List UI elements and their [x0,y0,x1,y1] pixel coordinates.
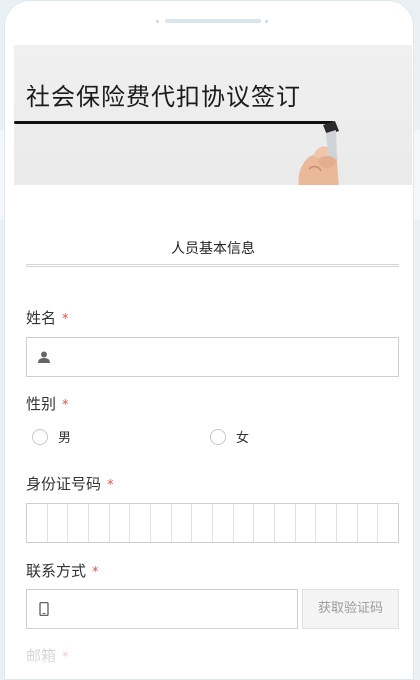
gender-option-female[interactable]: 女 [210,427,249,446]
radio-circle[interactable] [210,428,226,445]
id-digit-cell[interactable] [254,504,276,542]
id-digit-cell[interactable] [378,504,398,542]
name-label-text: 姓名 [26,309,57,327]
name-input[interactable] [26,337,399,377]
required-mark: * [62,650,69,665]
required-mark: * [92,565,99,580]
id-digit-cell[interactable] [213,504,234,542]
header-banner: 社会保险费代扣协议签订 [14,45,412,185]
required-mark: * [62,398,69,413]
required-mark: * [107,478,114,493]
id-digit-cell[interactable] [172,504,193,542]
id-digit-cell[interactable] [316,504,338,542]
id-digit-cell[interactable] [337,504,358,542]
hand-with-marker-image [298,121,339,185]
contact-label: 联系方式 * [26,560,99,581]
contact-label-text: 联系方式 [26,562,87,580]
bottom-fade-overlay [14,625,412,679]
phone-number-input[interactable] [26,589,298,629]
sensor-dot [265,20,268,23]
id-digit-cell[interactable] [27,504,48,542]
email-label: 邮箱 * [26,645,69,666]
id-digit-cell[interactable] [110,504,131,542]
id-digit-cell[interactable] [296,504,317,542]
page-title: 社会保险费代扣协议签订 [26,83,301,111]
speaker-grille [165,19,261,23]
gender-option-label: 女 [236,431,250,446]
required-mark: * [62,312,69,327]
id-number-label: 身份证号码 * [26,473,114,494]
mobile-phone-icon [39,602,49,616]
name-label: 姓名 * [26,307,69,328]
id-digit-cell[interactable] [275,504,296,542]
id-number-input[interactable] [26,503,399,543]
id-digit-cell[interactable] [48,504,69,542]
gender-label-text: 性别 [26,395,57,413]
id-digit-cell[interactable] [151,504,172,542]
phone-top-bar [5,1,413,45]
section-divider [26,264,399,267]
email-label-text: 邮箱 [26,647,57,665]
phone-frame: 社会保险费代扣协议签订 人员基本信息 姓名 * 性别 * 男 女 身份证号码 *… [4,0,414,680]
gender-label: 性别 * [26,393,69,414]
camera-dot [156,20,159,23]
gender-radio-group: 男 女 [26,427,399,451]
id-number-label-text: 身份证号码 [26,475,102,493]
id-digit-cell[interactable] [358,504,379,542]
get-verification-code-button[interactable]: 获取验证码 [302,589,399,629]
radio-circle[interactable] [32,428,48,445]
id-digit-cell[interactable] [89,504,110,542]
id-digit-cell[interactable] [68,504,90,542]
id-digit-cell[interactable] [130,504,152,542]
id-digit-cell[interactable] [192,504,214,542]
gender-option-label: 男 [58,431,72,446]
app-screen: 社会保险费代扣协议签订 人员基本信息 姓名 * 性别 * 男 女 身份证号码 *… [14,45,412,679]
person-icon [38,351,50,363]
gender-option-male[interactable]: 男 [32,427,71,446]
id-digit-cell[interactable] [234,504,255,542]
section-heading: 人员基本信息 [171,241,255,257]
